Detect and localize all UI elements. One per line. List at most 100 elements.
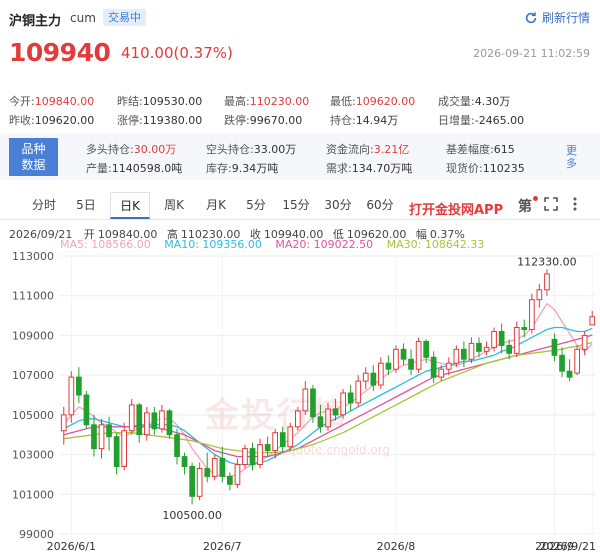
candle xyxy=(581,334,588,350)
species-value: 9.34万吨 xyxy=(231,162,279,175)
species-item: 库存:9.34万吨 xyxy=(206,160,278,176)
species-tag-line2: 数据 xyxy=(21,158,46,172)
tab-15min[interactable]: 15分 xyxy=(278,192,314,219)
stat-item: 跌停:99670.00 xyxy=(224,112,302,128)
candle xyxy=(385,362,392,370)
species-value: 1140598.0吨 xyxy=(111,162,183,175)
candle xyxy=(113,436,120,467)
candle xyxy=(476,342,482,352)
stat-label: 最高: xyxy=(224,95,250,108)
species-value: 30.00万 xyxy=(133,143,177,156)
kline-chart[interactable]: 金投行情 quote.cngold.org 113000 111000 109000… xyxy=(0,248,600,554)
candle xyxy=(355,380,362,404)
candle xyxy=(566,370,573,378)
tab-60min[interactable]: 60分 xyxy=(362,192,398,219)
tab-30min[interactable]: 30分 xyxy=(320,192,356,219)
species-item: 产量:1140598.0吨 xyxy=(86,160,182,176)
candle xyxy=(196,468,203,497)
x-tick-label: 2026/6/1 xyxy=(47,540,96,553)
x-tick-label: 2026/9/21 xyxy=(540,540,596,553)
tab-minute[interactable]: 分时 xyxy=(26,192,62,219)
instrument-title: 沪铜主力 xyxy=(9,14,62,29)
stat-label: 涨停: xyxy=(117,114,143,127)
stat-value: 109620.00 xyxy=(355,95,416,108)
candle xyxy=(83,394,90,426)
stat-item: 昨结:109530.00 xyxy=(117,93,202,109)
species-label: 库存: xyxy=(206,162,232,175)
candle xyxy=(438,368,445,378)
species-data-tab[interactable]: 品种 数据 xyxy=(9,138,58,176)
candle xyxy=(189,466,196,497)
candle xyxy=(68,376,75,416)
species-value: 33.00万 xyxy=(253,143,297,156)
candle xyxy=(249,448,256,466)
candle xyxy=(551,338,558,356)
price-row: 109940 410.00(0.37%) 2026-09-21 11:02:59 xyxy=(0,34,600,72)
tab-weekly-k[interactable]: 周K xyxy=(156,192,192,219)
candle xyxy=(415,340,422,370)
candle xyxy=(174,434,180,457)
candle xyxy=(60,414,67,432)
more-options-icon[interactable] xyxy=(572,196,578,212)
fullscreen-icon[interactable] xyxy=(544,197,558,211)
tab-monthly-k[interactable]: 月K xyxy=(198,192,234,219)
extreme-value-label: 100500.00 xyxy=(162,509,222,522)
stat-item: 昨收:109620.00 xyxy=(9,112,94,128)
stat-value: 14.94万 xyxy=(355,114,399,127)
stat-item: 涨停:119380.00 xyxy=(117,112,202,128)
candle xyxy=(98,424,105,450)
refresh-button[interactable]: 刷新行情 xyxy=(524,9,590,26)
y-tick-label: 105000 xyxy=(12,409,54,422)
candle xyxy=(370,372,377,386)
candle xyxy=(181,456,188,468)
species-item: 需求:134.70万吨 xyxy=(326,160,412,176)
open-app-link[interactable]: 打开金投网APP xyxy=(409,199,503,218)
stat-label: 跌停: xyxy=(224,114,250,127)
candle xyxy=(227,475,233,485)
species-data-panel: 品种 数据 多头持仓:30.00万 空头持仓:33.00万 资金流向:3.21亿… xyxy=(0,134,600,180)
species-value: 110235 xyxy=(482,162,525,175)
stat-item: 成交量:4.30万 xyxy=(438,93,510,109)
stat-item: 日增量:-2465.00 xyxy=(438,112,524,128)
species-label: 需求: xyxy=(326,162,352,175)
candle xyxy=(589,316,596,326)
stat-label: 今开: xyxy=(9,95,35,108)
refresh-label: 刷新行情 xyxy=(541,11,590,25)
tab-5day[interactable]: 5日 xyxy=(68,192,104,219)
candle xyxy=(76,376,82,396)
species-item: 空头持仓:33.00万 xyxy=(206,141,296,157)
stat-label: 昨结: xyxy=(117,95,143,108)
candle xyxy=(219,458,226,477)
refresh-icon xyxy=(525,11,537,23)
y-tick-label: 113000 xyxy=(12,250,54,263)
species-label: 多头持仓: xyxy=(86,143,134,156)
stat-item: 最低:109620.00 xyxy=(330,93,415,109)
stat-value: 109620.00 xyxy=(34,114,95,127)
candle xyxy=(491,331,497,348)
brush-tool-button[interactable]: 第 xyxy=(518,196,532,216)
stat-item: 最高:110230.00 xyxy=(224,93,309,109)
tab-5min[interactable]: 5分 xyxy=(240,192,272,219)
last-price: 109940 xyxy=(9,38,111,67)
tab-daily-k[interactable]: 日K xyxy=(110,192,150,219)
watermark: 金投行情 xyxy=(205,396,349,436)
candle xyxy=(347,392,354,404)
candle xyxy=(521,327,528,330)
y-tick-label: 107000 xyxy=(12,369,54,382)
period-tabs: 分时 5日 日K 周K 月K 5分 15分 30分 60分 打开金投网APP 第 xyxy=(0,190,600,220)
candle xyxy=(468,342,475,360)
candle xyxy=(483,346,490,352)
x-tick-label: 2026/7 xyxy=(203,540,242,553)
species-label: 基差幅度: xyxy=(446,143,494,156)
candle xyxy=(136,404,143,436)
candle xyxy=(378,362,384,386)
species-label: 空头持仓: xyxy=(206,143,254,156)
candle xyxy=(204,468,211,477)
candle xyxy=(461,348,467,360)
species-item: 基差幅度:615 xyxy=(446,141,515,157)
more-link[interactable]: 更多 xyxy=(566,144,578,170)
stat-value: 109530.00 xyxy=(142,95,203,108)
stat-value: 4.30万 xyxy=(474,95,511,108)
stat-label: 持仓: xyxy=(330,114,356,127)
species-item: 现货价:110235 xyxy=(446,160,525,176)
